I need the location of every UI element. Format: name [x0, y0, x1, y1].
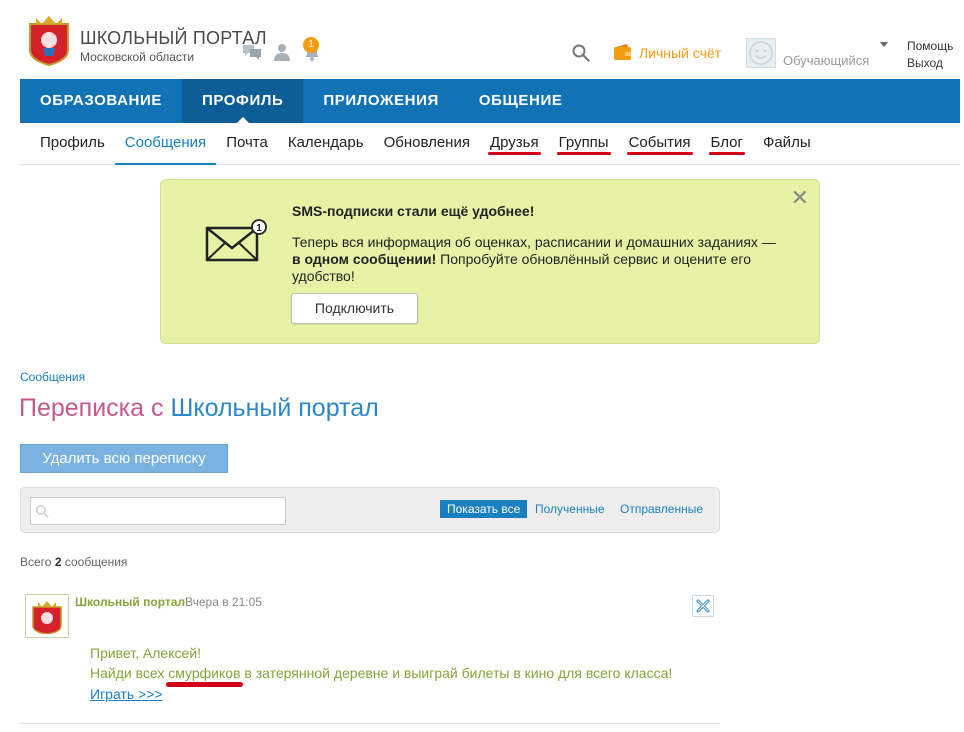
subnav-calendar[interactable]: Календарь	[278, 123, 374, 165]
brand-subtitle: Московской области	[80, 50, 195, 64]
banner-title: SMS-подписки стали ещё удобнее!	[292, 203, 535, 219]
user-name-redacted[interactable]	[784, 36, 862, 46]
search-icon[interactable]	[572, 44, 590, 62]
close-icon[interactable]: ✕	[791, 187, 809, 209]
chat-icon[interactable]	[242, 43, 262, 61]
divider	[20, 723, 720, 724]
person-icon[interactable]	[272, 43, 292, 61]
main-nav: ОБРАЗОВАНИЕ ПРОФИЛЬ ПРИЛОЖЕНИЯ ОБЩЕНИЕ	[20, 79, 960, 123]
moscow-region-logo[interactable]	[26, 10, 72, 67]
subnav-profile[interactable]: Профиль	[20, 123, 115, 165]
subnav-mail[interactable]: Почта	[216, 123, 278, 165]
wallet-icon[interactable]	[613, 44, 632, 61]
envelope-icon: 1	[205, 218, 267, 264]
personal-account-link[interactable]: Личный счёт	[639, 45, 721, 61]
user-role: Обучающийся	[783, 53, 870, 68]
subnav-messages[interactable]: Сообщения	[114, 123, 217, 165]
subnav-updates[interactable]: Обновления	[374, 123, 480, 165]
nav-communication[interactable]: ОБЩЕНИЕ	[459, 79, 583, 123]
user-avatar[interactable]	[746, 38, 776, 68]
filter-show-all[interactable]: Показать все	[440, 500, 528, 518]
search-icon	[35, 504, 49, 518]
message-sender[interactable]: Школьный портал	[75, 595, 185, 609]
chevron-down-icon[interactable]	[880, 42, 888, 47]
connect-button[interactable]: Подключить	[291, 293, 418, 324]
message-greeting: Привет, Алексей!	[90, 645, 201, 661]
conversation-partner-link[interactable]: Школьный портал	[170, 394, 378, 422]
message-time: Вчера в 21:05	[185, 595, 262, 609]
subnav-groups[interactable]: Группы	[549, 123, 619, 165]
svg-text:1: 1	[256, 223, 262, 234]
breadcrumb[interactable]: Сообщения	[20, 370, 85, 384]
filter-received[interactable]: Полученные	[535, 500, 605, 518]
site-header: ШКОЛЬНЫЙ ПОРТАЛ Московской области 1 Лич…	[0, 0, 964, 79]
sms-promo-banner: ✕ 1 SMS-подписки стали ещё удобнее! Тепе…	[160, 179, 820, 344]
sender-avatar[interactable]	[25, 594, 69, 638]
message-body: Найди всех смурфиков в затерянной деревн…	[90, 665, 673, 681]
logout-link[interactable]: Выход	[907, 56, 943, 70]
message-count: Всего 2 сообщения	[20, 555, 128, 569]
subnav-friends[interactable]: Друзья	[480, 123, 549, 165]
brand-title[interactable]: ШКОЛЬНЫЙ ПОРТАЛ	[80, 28, 267, 49]
subnav-files[interactable]: Файлы	[753, 123, 821, 165]
message-filter-bar: Показать все Полученные Отправленные	[20, 487, 720, 533]
search-box[interactable]	[30, 497, 286, 525]
subnav-events[interactable]: События	[619, 123, 701, 165]
search-input[interactable]	[53, 501, 281, 521]
nav-apps[interactable]: ПРИЛОЖЕНИЯ	[303, 79, 459, 123]
delete-conversation-button[interactable]: Удалить всю переписку	[20, 444, 228, 473]
subnav-blog[interactable]: Блог	[701, 123, 753, 165]
nav-profile[interactable]: ПРОФИЛЬ	[181, 79, 304, 123]
filter-sent[interactable]: Отправленные	[620, 500, 703, 518]
notification-badge: 1	[303, 37, 319, 53]
sub-nav: Профиль Сообщения Почта Календарь Обновл…	[20, 123, 960, 165]
nav-education[interactable]: ОБРАЗОВАНИЕ	[20, 79, 182, 123]
page-title: Переписка с Школьный портал	[19, 394, 379, 422]
help-link[interactable]: Помощь	[907, 39, 953, 53]
red-underline-mark	[166, 682, 243, 687]
banner-text: Теперь вся информация об оценках, распис…	[292, 234, 776, 284]
play-link[interactable]: Играть >>>	[90, 686, 163, 702]
delete-message-icon[interactable]	[692, 595, 714, 617]
